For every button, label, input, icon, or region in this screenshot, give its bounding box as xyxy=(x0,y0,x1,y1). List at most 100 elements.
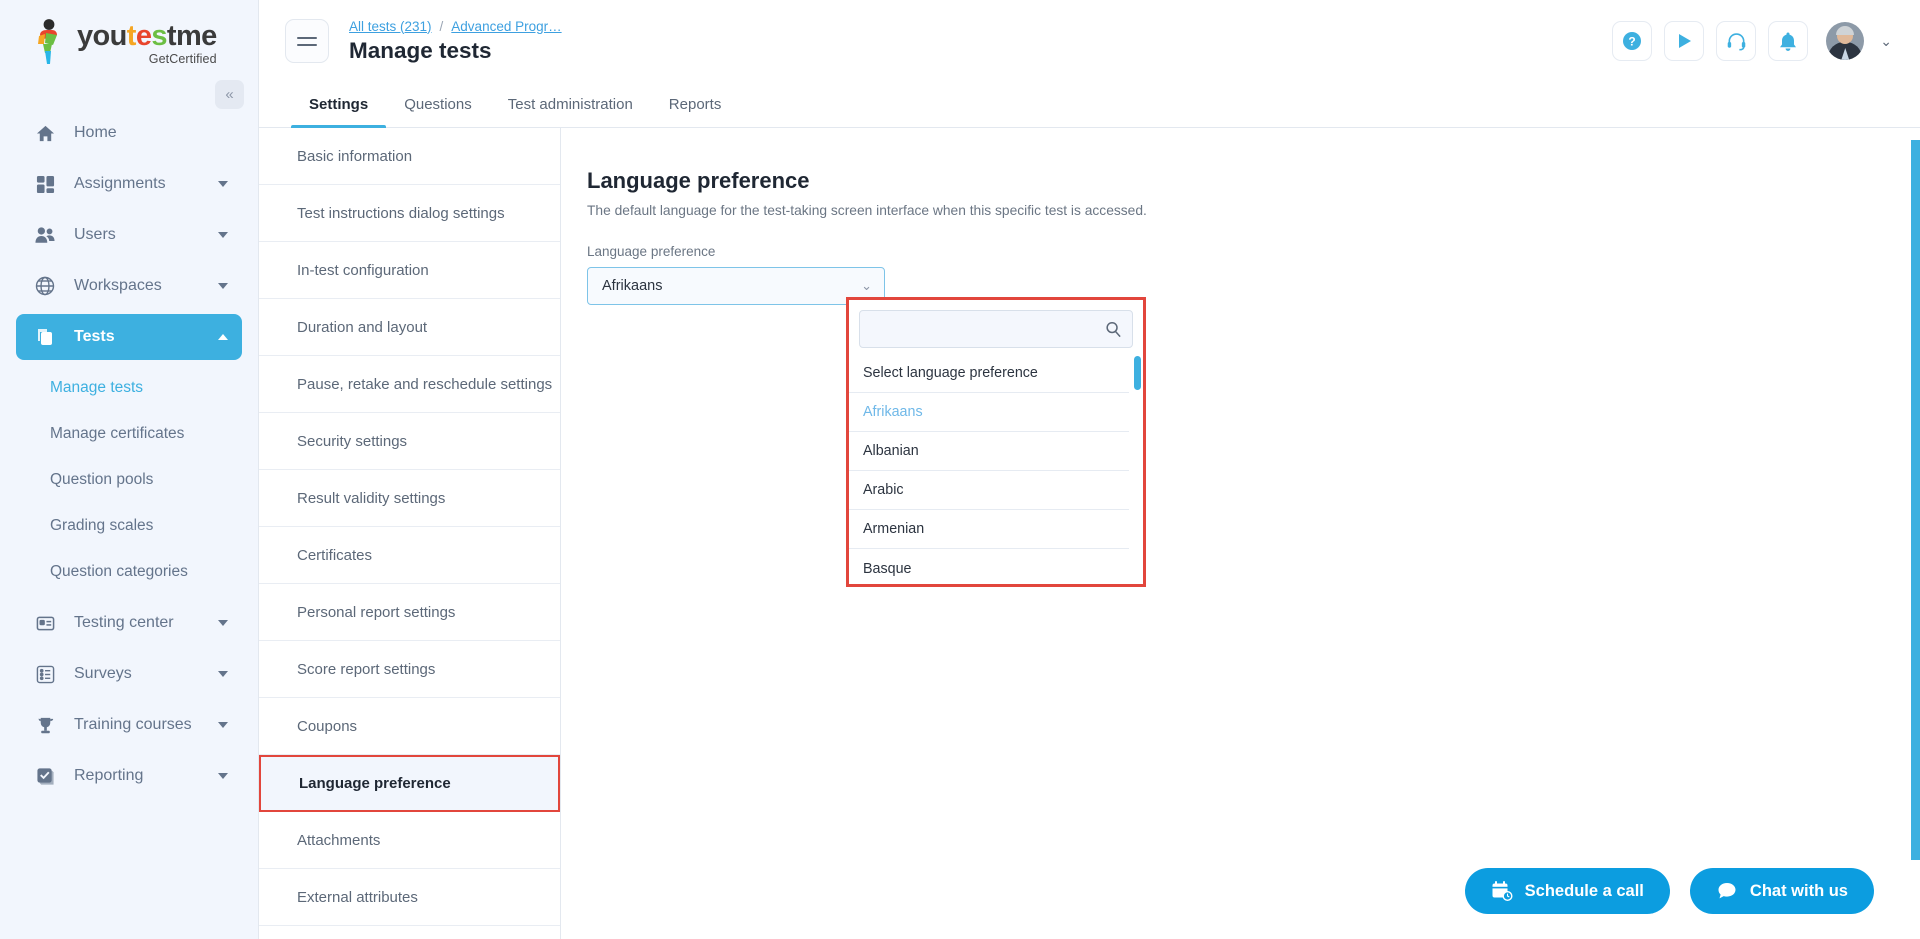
sidebar-subitem-question-categories[interactable]: Question categories xyxy=(0,549,258,595)
breadcrumb-current-test[interactable]: Advanced Progr… xyxy=(451,19,561,34)
breadcrumb: All tests (231) / Advanced Progr… xyxy=(349,19,562,34)
schedule-a-call-button[interactable]: Schedule a call xyxy=(1464,868,1670,914)
dropdown-option-list[interactable]: Select language preference Afrikaans Alb… xyxy=(849,354,1143,584)
chat-with-us-button[interactable]: Chat with us xyxy=(1689,868,1874,914)
user-menu-chevron-down-icon[interactable]: ⌄ xyxy=(1880,33,1892,50)
page-scrollbar[interactable] xyxy=(1911,140,1920,939)
tab-test-administration[interactable]: Test administration xyxy=(490,82,651,127)
settings-item-personal-report[interactable]: Personal report settings xyxy=(259,584,560,641)
language-preference-panel: Language preference The default language… xyxy=(561,128,1920,939)
dropdown-search-field[interactable] xyxy=(859,310,1133,348)
support-button[interactable] xyxy=(1716,21,1757,61)
play-button[interactable] xyxy=(1664,21,1705,61)
settings-section-list: Basic information Test instructions dial… xyxy=(259,128,561,939)
chat-with-us-label: Chat with us xyxy=(1749,881,1848,900)
chevron-up-icon xyxy=(218,334,228,340)
sidebar-item-reporting[interactable]: Reporting xyxy=(16,753,242,799)
sidebar-collapse-button[interactable]: « xyxy=(215,80,244,109)
play-icon xyxy=(1674,31,1694,51)
settings-item-attachments[interactable]: Attachments xyxy=(259,812,560,869)
sidebar-item-assignments[interactable]: Assignments xyxy=(16,161,242,207)
sidebar-item-home[interactable]: Home xyxy=(16,110,242,156)
left-sidebar: youtestme GetCertified « Home Assignment… xyxy=(0,0,258,939)
sidebar-subitem-grading-scales[interactable]: Grading scales xyxy=(0,503,258,549)
chevron-down-icon xyxy=(218,232,228,238)
tab-reports[interactable]: Reports xyxy=(651,82,740,127)
breadcrumb-all-tests[interactable]: All tests (231) xyxy=(349,19,432,34)
settings-item-test-instructions[interactable]: Test instructions dialog settings xyxy=(259,185,560,242)
settings-item-basic-information[interactable]: Basic information xyxy=(259,128,560,185)
settings-item-result-validity[interactable]: Result validity settings xyxy=(259,470,560,527)
settings-item-in-test-configuration[interactable]: In-test configuration xyxy=(259,242,560,299)
user-avatar[interactable] xyxy=(1826,22,1865,60)
sidebar-item-users[interactable]: Users xyxy=(16,212,242,258)
sidebar-item-tests[interactable]: Tests xyxy=(16,314,242,360)
dropdown-scrollbar[interactable] xyxy=(1134,356,1141,584)
chevron-down-icon xyxy=(218,722,228,728)
app-logo[interactable]: youtestme GetCertified xyxy=(0,0,258,72)
tab-questions[interactable]: Questions xyxy=(386,82,490,127)
settings-item-label: Test instructions dialog settings xyxy=(297,204,505,222)
sidebar-subitem-label: Manage tests xyxy=(50,379,144,396)
tab-settings[interactable]: Settings xyxy=(291,82,387,128)
sidebar-item-label: Home xyxy=(74,124,117,141)
panel-description: The default language for the test-taking… xyxy=(587,203,1147,218)
trophy-icon xyxy=(34,714,56,736)
logo-wordmark: youtestme GetCertified xyxy=(77,18,217,67)
settings-item-label: Coupons xyxy=(297,717,358,735)
logo-tagline: GetCertified xyxy=(148,52,217,66)
test-tabs: Settings Questions Test administration R… xyxy=(259,82,1920,128)
notifications-button[interactable] xyxy=(1768,21,1809,61)
settings-item-label: Score report settings xyxy=(297,660,436,678)
hamburger-icon[interactable] xyxy=(285,19,329,63)
page-scrollbar-thumb[interactable] xyxy=(1911,140,1920,860)
sidebar-item-label: Training courses xyxy=(74,716,192,733)
sidebar-subitem-label: Question categories xyxy=(50,563,188,580)
search-input[interactable] xyxy=(872,321,1105,337)
dropdown-option-armenian[interactable]: Armenian xyxy=(849,510,1129,549)
dropdown-option-basque[interactable]: Basque xyxy=(849,549,1129,584)
settings-item-language-preference[interactable]: Language preference xyxy=(259,755,560,812)
settings-item-label: Language preference xyxy=(299,775,451,792)
settings-item-label: Personal report settings xyxy=(297,603,456,621)
sidebar-subitem-question-pools[interactable]: Question pools xyxy=(0,457,258,503)
dropdown-option-label: Albanian xyxy=(863,443,919,459)
settings-item-coupons[interactable]: Coupons xyxy=(259,698,560,755)
sidebar-subitem-manage-tests[interactable]: Manage tests xyxy=(0,365,258,411)
settings-item-certificates[interactable]: Certificates xyxy=(259,527,560,584)
sidebar-subitem-label: Question pools xyxy=(50,471,154,488)
dropdown-scrollbar-thumb[interactable] xyxy=(1134,356,1141,390)
settings-item-security-settings[interactable]: Security settings xyxy=(259,413,560,470)
help-button[interactable]: ? xyxy=(1612,21,1653,61)
dropdown-option-albanian[interactable]: Albanian xyxy=(849,432,1129,471)
logo-t: t xyxy=(126,20,137,52)
dropdown-option-label: Afrikaans xyxy=(863,404,923,420)
settings-item-duration-and-layout[interactable]: Duration and layout xyxy=(259,299,560,356)
tab-label: Test administration xyxy=(507,96,633,113)
sidebar-item-label: Assignments xyxy=(74,175,166,192)
tests-icon xyxy=(34,326,56,348)
settings-item-external-attributes[interactable]: External attributes xyxy=(259,869,560,926)
logo-e: e xyxy=(135,20,152,52)
main-area: All tests (231) / Advanced Progr… Manage… xyxy=(258,0,1920,939)
chevron-down-icon xyxy=(218,671,228,677)
dropdown-option-arabic[interactable]: Arabic xyxy=(849,471,1129,510)
sidebar-item-training-courses[interactable]: Training courses xyxy=(16,702,242,748)
page-title: Manage tests xyxy=(349,37,492,63)
sidebar-subitem-manage-certificates[interactable]: Manage certificates xyxy=(0,411,258,457)
sidebar-item-testing-center[interactable]: Testing center xyxy=(16,600,242,646)
dropdown-option-afrikaans[interactable]: Afrikaans xyxy=(849,393,1129,432)
dropdown-option-label: Arabic xyxy=(863,482,904,498)
settings-item-pause-retake-reschedule[interactable]: Pause, retake and reschedule settings xyxy=(259,356,560,413)
search-icon[interactable] xyxy=(1105,321,1122,338)
sidebar-item-workspaces[interactable]: Workspaces xyxy=(16,263,242,309)
dropdown-option-select-language-preference[interactable]: Select language preference xyxy=(849,354,1129,393)
settings-item-label: Result validity settings xyxy=(297,489,446,507)
support-headset-icon xyxy=(1726,31,1747,52)
tab-label: Settings xyxy=(309,96,369,113)
sidebar-nav: Home Assignments Users Workspaces Tests … xyxy=(0,110,258,799)
language-preference-select[interactable]: Afrikaans ⌄ xyxy=(587,267,885,305)
dropdown-search-wrap xyxy=(849,300,1143,354)
sidebar-item-surveys[interactable]: Surveys xyxy=(16,651,242,697)
settings-item-score-report[interactable]: Score report settings xyxy=(259,641,560,698)
